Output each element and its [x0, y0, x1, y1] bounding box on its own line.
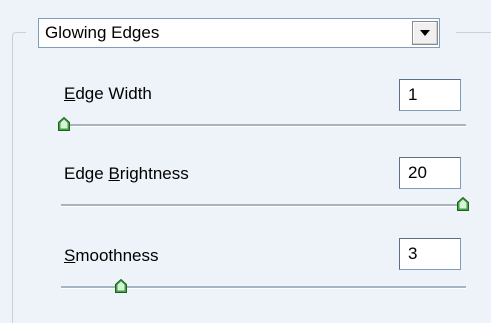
smoothness-input[interactable]: 3 — [399, 238, 461, 270]
edge-brightness-slider-thumb[interactable] — [457, 197, 469, 211]
edge-width-label: Edge Width — [64, 84, 152, 103]
smoothness-label: Smoothness — [64, 246, 159, 265]
edge-width-slider-thumb[interactable] — [58, 117, 70, 131]
slider-thumb-icon — [58, 117, 70, 131]
smoothness-slider-thumb[interactable] — [115, 279, 128, 293]
filter-select-value: Glowing Edges — [45, 23, 160, 42]
dropdown-button[interactable] — [412, 21, 438, 45]
edge-brightness-label: Edge Brightness — [64, 164, 189, 183]
edge-width-input[interactable]: 1 — [399, 79, 461, 111]
filter-select[interactable]: Glowing Edges — [38, 18, 440, 48]
chevron-down-icon — [420, 30, 430, 36]
edge-brightness-slider-track[interactable] — [61, 204, 466, 207]
edge-brightness-input[interactable]: 20 — [399, 157, 461, 189]
slider-thumb-icon — [457, 197, 469, 211]
slider-thumb-icon — [115, 279, 128, 293]
edge-width-slider-track[interactable] — [61, 124, 466, 127]
